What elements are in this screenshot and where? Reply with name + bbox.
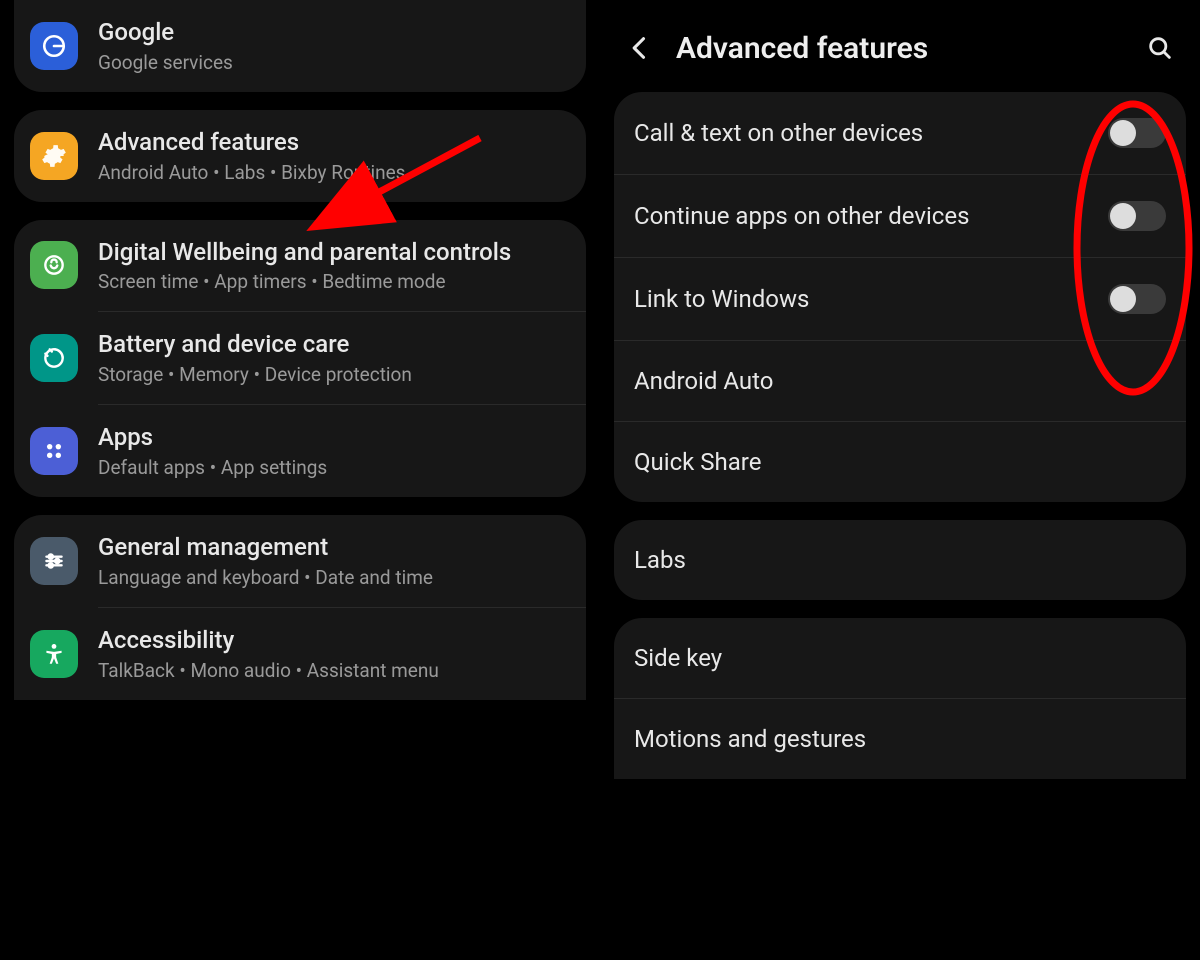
- advanced-gear-icon: [30, 132, 78, 180]
- settings-row-battery[interactable]: Battery and device care Storage • Memory…: [14, 312, 586, 404]
- row-quick-share[interactable]: Quick Share: [614, 421, 1186, 502]
- row-label: Motions and gestures: [634, 725, 1166, 753]
- advanced-group-1: Call & text on other devices Continue ap…: [614, 92, 1186, 502]
- row-title: General management: [98, 533, 570, 562]
- google-icon: [30, 22, 78, 70]
- row-label: Call & text on other devices: [634, 119, 1108, 147]
- back-button[interactable]: [622, 30, 658, 66]
- settings-row-wellbeing[interactable]: Digital Wellbeing and parental controls …: [14, 220, 586, 312]
- search-button[interactable]: [1142, 30, 1178, 66]
- general-mgmt-icon: [30, 537, 78, 585]
- row-label: Quick Share: [634, 448, 1166, 476]
- settings-card-google: Google Google services: [14, 0, 586, 92]
- settings-row-accessibility[interactable]: Accessibility TalkBack • Mono audio • As…: [14, 608, 586, 700]
- row-sub: Screen time • App timers • Bedtime mode: [98, 270, 570, 293]
- row-sub: Android Auto • Labs • Bixby Routines: [98, 161, 570, 184]
- row-label: Link to Windows: [634, 285, 1108, 313]
- settings-list-pane: Google Google services Advanced features…: [0, 0, 600, 960]
- row-android-auto[interactable]: Android Auto: [614, 340, 1186, 421]
- row-label: Continue apps on other devices: [634, 202, 1108, 230]
- row-sub: Default apps • App settings: [98, 456, 570, 479]
- row-title: Accessibility: [98, 626, 570, 655]
- advanced-group-3: Side key Motions and gestures: [614, 618, 1186, 779]
- row-title: Advanced features: [98, 128, 570, 157]
- row-sub: Google services: [98, 51, 570, 74]
- row-label: Android Auto: [634, 367, 1166, 395]
- row-label: Labs: [634, 546, 1166, 574]
- settings-card-device: Digital Wellbeing and parental controls …: [14, 220, 586, 497]
- toggle-continue-apps[interactable]: [1108, 201, 1166, 231]
- row-side-key[interactable]: Side key: [614, 618, 1186, 698]
- row-labs[interactable]: Labs: [614, 520, 1186, 600]
- page-title: Advanced features: [676, 31, 1142, 66]
- settings-row-general-mgmt[interactable]: General management Language and keyboard…: [14, 515, 586, 607]
- row-link-to-windows[interactable]: Link to Windows: [614, 257, 1186, 340]
- settings-card-general: General management Language and keyboard…: [14, 515, 586, 700]
- battery-care-icon: [30, 334, 78, 382]
- page-header: Advanced features: [600, 0, 1200, 92]
- row-title: Apps: [98, 423, 570, 452]
- toggle-call-text[interactable]: [1108, 118, 1166, 148]
- wellbeing-icon: [30, 241, 78, 289]
- row-title: Digital Wellbeing and parental controls: [98, 238, 570, 267]
- settings-row-apps[interactable]: Apps Default apps • App settings: [14, 405, 586, 497]
- row-continue-apps-other-devices[interactable]: Continue apps on other devices: [614, 174, 1186, 257]
- advanced-features-pane: Advanced features Call & text on other d…: [600, 0, 1200, 960]
- row-motions-gestures[interactable]: Motions and gestures: [614, 698, 1186, 779]
- advanced-group-2: Labs: [614, 520, 1186, 600]
- row-sub: TalkBack • Mono audio • Assistant menu: [98, 659, 570, 682]
- row-sub: Storage • Memory • Device protection: [98, 363, 570, 386]
- accessibility-icon: [30, 630, 78, 678]
- row-call-text-other-devices[interactable]: Call & text on other devices: [614, 92, 1186, 174]
- settings-row-google[interactable]: Google Google services: [14, 0, 586, 92]
- row-title: Battery and device care: [98, 330, 570, 359]
- apps-icon: [30, 427, 78, 475]
- row-label: Side key: [634, 644, 1166, 672]
- toggle-link-windows[interactable]: [1108, 284, 1166, 314]
- row-title: Google: [98, 18, 570, 47]
- row-sub: Language and keyboard • Date and time: [98, 566, 570, 589]
- settings-row-advanced-features[interactable]: Advanced features Android Auto • Labs • …: [14, 110, 586, 202]
- settings-card-advanced: Advanced features Android Auto • Labs • …: [14, 110, 586, 202]
